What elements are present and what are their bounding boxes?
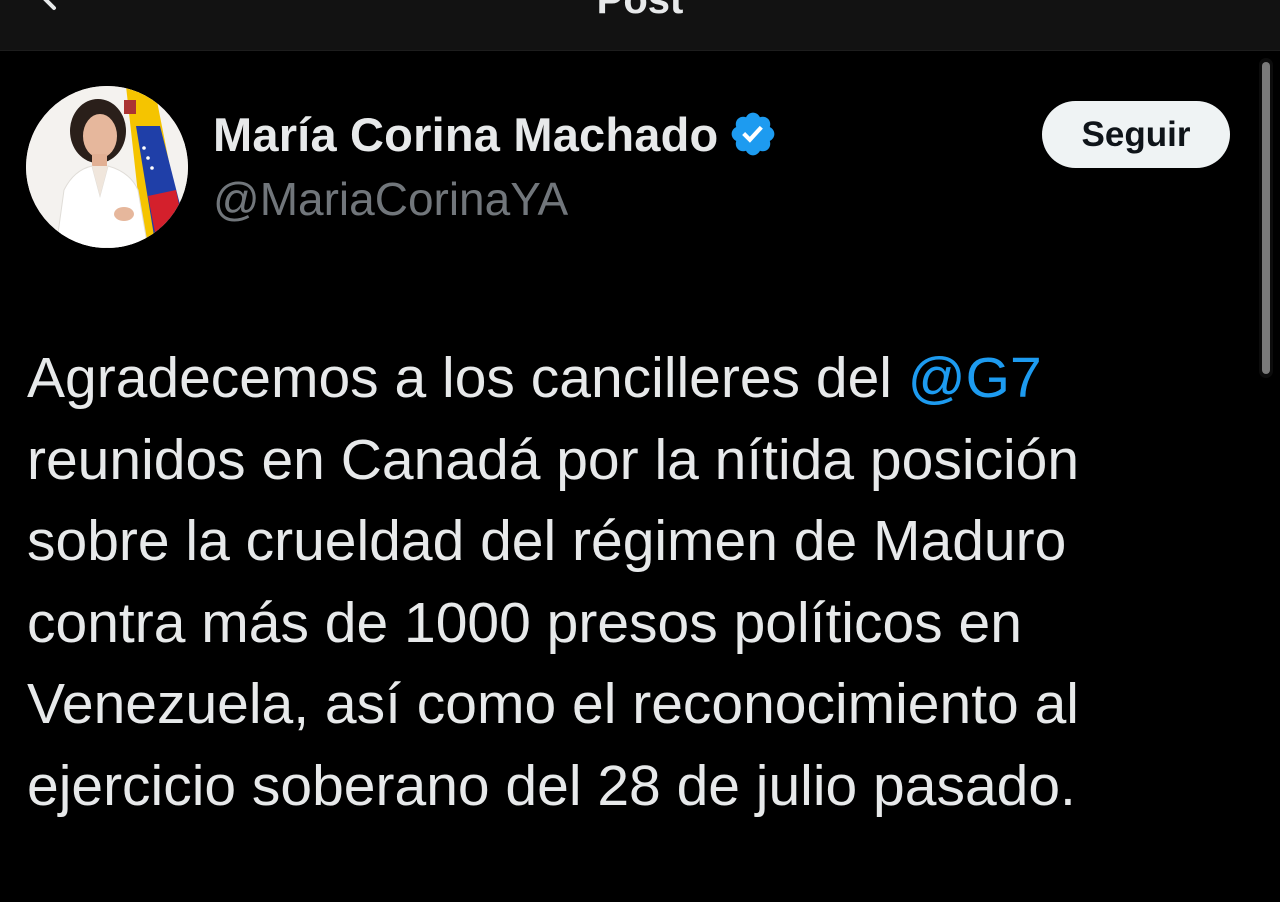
post-text-segment: Agradecemos a los cancilleres del [27,346,908,410]
avatar-image [26,86,188,248]
post-text-line-1: Agradecemos a los cancilleres del @G7 [27,338,1227,420]
page-title: Post [596,0,684,22]
post-text-line-6: ejercicio soberano del 28 de julio pasad… [27,753,1076,818]
verified-badge-icon[interactable] [728,109,778,159]
author-name-row: María Corina Machado [213,106,778,162]
scrollbar[interactable] [1259,58,1273,378]
scrollbar-thumb[interactable] [1262,62,1270,374]
post-text-line-2: reunidos en Canadá por la nítida posició… [27,427,1080,492]
post-text-line-4: contra más de 1000 presos políticos en [27,590,1022,655]
author-handle[interactable]: @MariaCorinaYA [213,172,568,226]
top-bar: Post [0,0,1280,51]
post-text-line-3: sobre la crueldad del régimen de Maduro [27,509,1067,573]
follow-button[interactable]: Seguir [1042,101,1230,168]
author-display-name[interactable]: María Corina Machado [213,107,718,162]
mention-link[interactable]: @G7 [908,346,1042,410]
post-text: Agradecemos a los cancilleres del @G7 re… [27,338,1227,827]
post-text-line-5: Venezuela, así como el reconocimiento al [27,672,1079,736]
avatar[interactable] [26,86,188,248]
